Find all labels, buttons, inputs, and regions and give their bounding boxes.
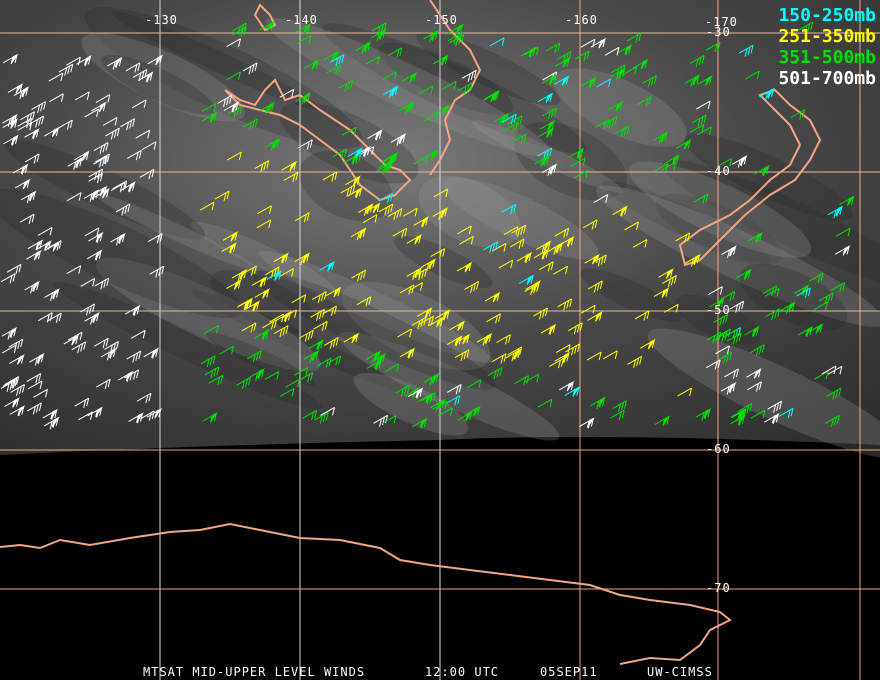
legend-item-150-250mb: 150-250mb: [778, 5, 876, 26]
product-name: MTSAT MID-UPPER LEVEL WINDS: [143, 665, 366, 679]
legend-item-351-500mb: 351-500mb: [778, 47, 876, 68]
latitude-label: -40: [706, 164, 731, 178]
legend-item-501-700mb: 501-700mb: [778, 68, 876, 89]
antarctica-coastline: [0, 522, 732, 665]
latitude-label: -30: [706, 25, 731, 39]
source-label: UW-CIMSS: [647, 665, 713, 679]
latitude-label: -60: [706, 442, 731, 456]
latitude-label: -70: [706, 581, 731, 595]
longitude-label: -150: [425, 13, 458, 27]
observation-date: 05SEP11: [540, 665, 598, 679]
latitude-label: -50: [706, 303, 731, 317]
caption-bar: MTSAT MID-UPPER LEVEL WINDS 12:00 UTC 05…: [0, 663, 880, 679]
legend-item-251-350mb: 251-350mb: [778, 26, 876, 47]
satellite-wind-map: 150-250mb 251-350mb 351-500mb 501-700mb …: [0, 0, 880, 680]
observation-time: 12:00 UTC: [425, 665, 500, 679]
map-canvas: [0, 0, 880, 680]
longitude-label: -160: [565, 13, 598, 27]
longitude-label: -140: [285, 13, 318, 27]
longitude-label: -130: [145, 13, 178, 27]
